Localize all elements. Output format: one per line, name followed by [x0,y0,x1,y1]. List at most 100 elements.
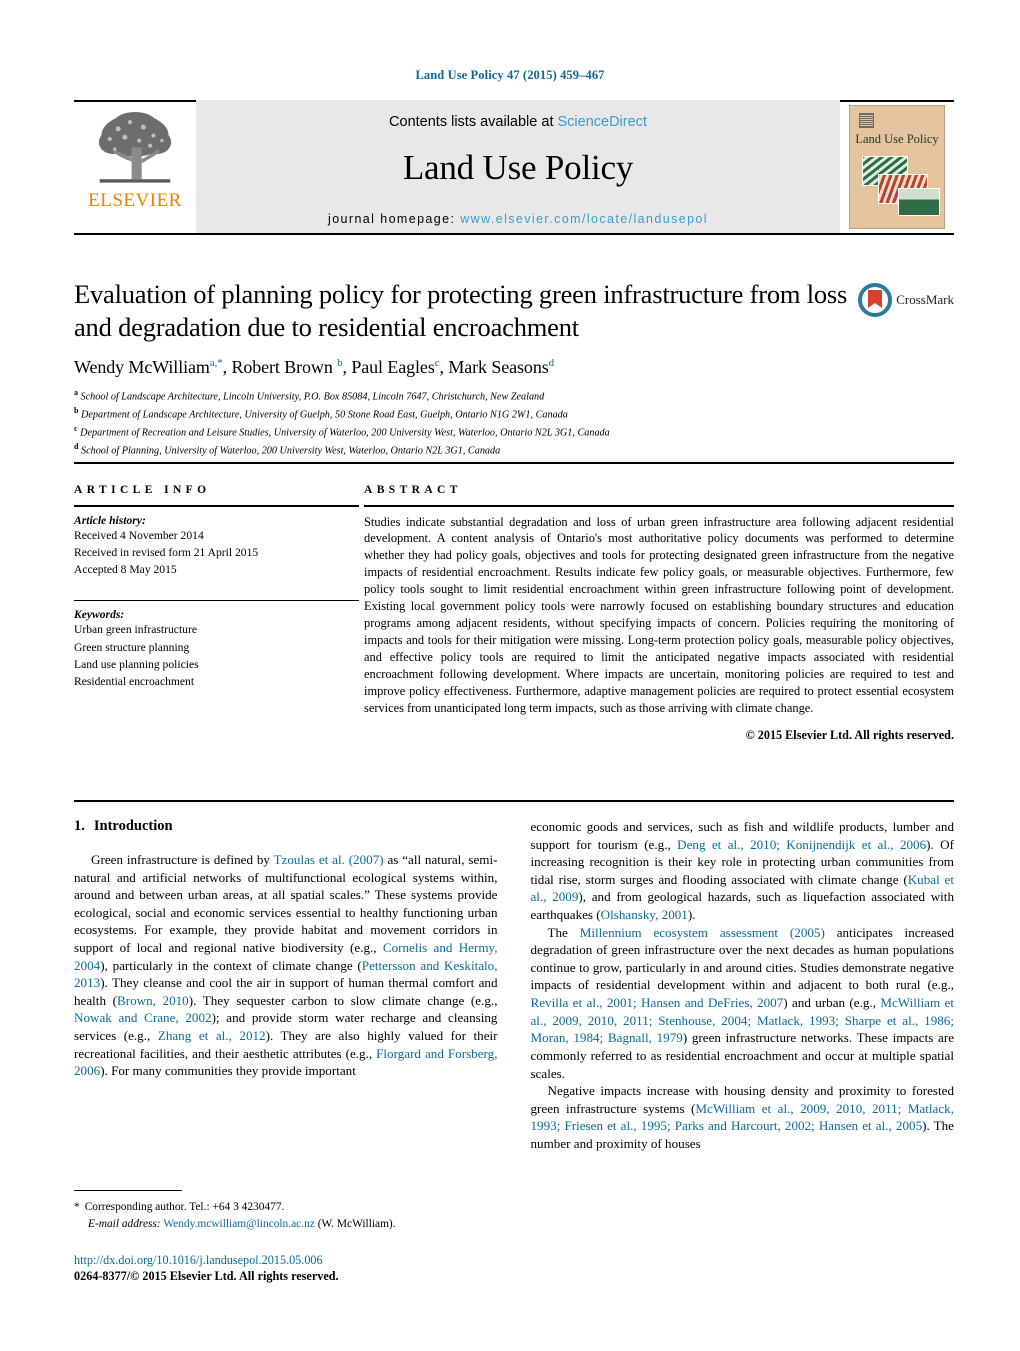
citation-link[interactable]: Tzoulas et al. (2007) [274,852,384,867]
doi-link[interactable]: http://dx.doi.org/10.1016/j.landusepol.2… [74,1253,534,1268]
cover-title: Land Use Policy [855,132,939,146]
affiliation-text: School of Landscape Architecture, Lincol… [80,391,545,403]
abstract-text: Studies indicate substantial degradation… [364,514,954,715]
elsevier-logo: ELSEVIER [74,100,196,234]
footnote-rule [74,1190,182,1192]
abstract-column: ABSTRACT Studies indicate substantial de… [359,484,954,743]
keywords-block: Keywords: Urban green infrastructure Gre… [74,599,359,690]
email-owner: (W. McWilliam). [317,1217,396,1230]
body-column-right: economic goods and services, such as fis… [531,818,955,1153]
keywords-label: Keywords: [74,608,125,622]
crossmark-icon [858,283,893,317]
affiliation-text: Department of Landscape Architecture, Un… [81,409,568,421]
affiliation-marker: a [74,388,78,398]
author-name: Wendy McWilliam [74,357,210,378]
paragraph: economic goods and services, such as fis… [531,818,955,924]
section-heading-introduction: 1. Introduction [74,818,498,835]
citation-link[interactable]: Nowak and Crane, 2002 [74,1010,212,1025]
affiliation-marker: c [74,423,78,433]
abstract-rule-bottom [74,800,954,802]
keyword-item: Land use planning policies [74,657,199,671]
article-info-rule [74,505,359,507]
article-history-label: Article history: [74,513,146,527]
keyword-item: Green structure planning [74,640,190,654]
info-abstract-section: ARTICLE INFO Article history: Received 4… [74,484,954,743]
author-name: , Robert Brown [222,357,338,378]
paragraph: Green infrastructure is defined by Tzoul… [74,851,498,1080]
sciencedirect-link[interactable]: ScienceDirect [558,114,647,130]
abstract-rule [364,505,954,507]
journal-homepage-line: journal homepage: www.elsevier.com/locat… [328,212,708,226]
article-info-heading: ARTICLE INFO [74,484,211,496]
journal-header-band: ELSEVIER Contents lists available at Sci… [74,100,954,234]
keyword-item: Urban green infrastructure [74,623,197,637]
journal-cover-thumbnail: Land Use Policy [849,105,945,229]
body-text: ), and from geological hazards, such as … [530,889,955,923]
email-label: E-mail address: [88,1217,161,1230]
corresponding-author-footnote: * Corresponding author. Tel.: +64 3 42304… [74,1190,497,1232]
affiliation-text: Department of Recreation and Leisure Stu… [80,427,610,439]
citation-link[interactable]: Brown, 2010 [117,993,189,1008]
cover-photo-hills [898,188,940,216]
email-link[interactable]: Wendy.mcwilliam@lincoln.ac.nz [163,1218,315,1230]
body-columns: 1. Introduction Green infrastructure is d… [74,818,954,1153]
journal-banner: Contents lists available at ScienceDirec… [196,100,840,234]
author-name: , Paul Eagles [342,357,435,378]
keyword-item: Residential encroachment [74,674,195,688]
title-block: Evaluation of planning policy for protec… [74,278,954,459]
author-name: , Mark Seasons [439,357,549,378]
copyright-line: © 2015 Elsevier Ltd. All rights reserved… [745,727,954,742]
abstract-heading: ABSTRACT [364,484,462,496]
paragraph: Negative impacts increase with housing d… [531,1082,955,1152]
body-column-left: 1. Introduction Green infrastructure is d… [74,818,498,1153]
homepage-prefix: journal homepage: [328,212,461,226]
citation-link[interactable]: Millennium ecosystem assessment (2005) [580,925,825,940]
body-text: ) and urban (e.g., [783,995,881,1011]
paragraph: The Millennium ecosystem assessment (200… [531,924,955,1082]
author-affil-marker: a,* [209,357,223,370]
article-info-column: ARTICLE INFO Article history: Received 4… [74,484,359,743]
journal-cover-container: Land Use Policy [840,100,954,234]
affiliation-item: a School of Landscape Architecture, Linc… [74,387,954,405]
contents-prefix: Contents lists available at [389,114,558,130]
citation-link[interactable]: Olshansky, 2001 [601,907,688,922]
page-title: Evaluation of planning policy for protec… [74,279,848,342]
section-title: Introduction [93,818,173,834]
affiliation-list: a School of Landscape Architecture, Linc… [74,387,954,459]
body-text: ). For many communities they provide imp… [100,1063,356,1079]
email-line: E-mail address: Wendy.mcwilliam@lincoln.… [74,1216,497,1232]
affiliation-item: b Department of Landscape Architecture, … [74,405,954,423]
body-text: The [547,924,580,940]
paper-page: Land Use Policy 47 (2015) 459–467 ELSEVI… [0,0,1020,1351]
elsevier-tree-icon [98,112,172,183]
citation-link[interactable]: Zhang et al., 2012 [158,1028,266,1043]
body-text: ), particularly in the context of climat… [100,957,362,973]
affiliation-marker: b [74,406,79,416]
affiliation-item: d School of Planning, University of Wate… [74,441,954,459]
author-list: Wendy McWilliama,*, Robert Brown b, Paul… [74,357,954,378]
citation-link[interactable]: Revilla et al., 2001; Hansen and DeFries… [531,995,784,1010]
crossmark-badge[interactable]: CrossMark [858,283,954,317]
homepage-url-link[interactable]: www.elsevier.com/locate/landusepol [460,212,708,226]
contents-available-line: Contents lists available at ScienceDirec… [389,114,647,130]
title-rule [74,462,954,464]
affiliation-marker: d [74,441,79,451]
corresponding-author-text: Corresponding author. Tel.: +64 3 423047… [84,1201,285,1214]
article-history-item: Received in revised form 21 April 2015 [74,545,259,559]
article-history-item: Received 4 November 2014 [74,528,204,542]
author-affil-marker: d [548,357,555,370]
body-text: ). They sequester carbon to slow climate… [188,992,498,1008]
keywords-rule [74,599,359,602]
body-text: Green infrastructure is defined by [91,852,274,867]
cover-publisher-icon [859,113,874,128]
affiliation-item: c Department of Recreation and Leisure S… [74,423,954,441]
footnote-star: * [74,1201,80,1214]
citation-link[interactable]: Deng et al., 2010; Konijnendijk et al., … [677,837,926,852]
header-rule-bottom [74,233,954,235]
journal-title: Land Use Policy [402,148,634,187]
body-text: ). [687,907,696,923]
section-number: 1. [74,818,85,834]
crossmark-label: CrossMark [896,292,954,307]
doi-block: http://dx.doi.org/10.1016/j.landusepol.2… [74,1253,534,1284]
affiliation-text: School of Planning, University of Waterl… [81,445,501,457]
